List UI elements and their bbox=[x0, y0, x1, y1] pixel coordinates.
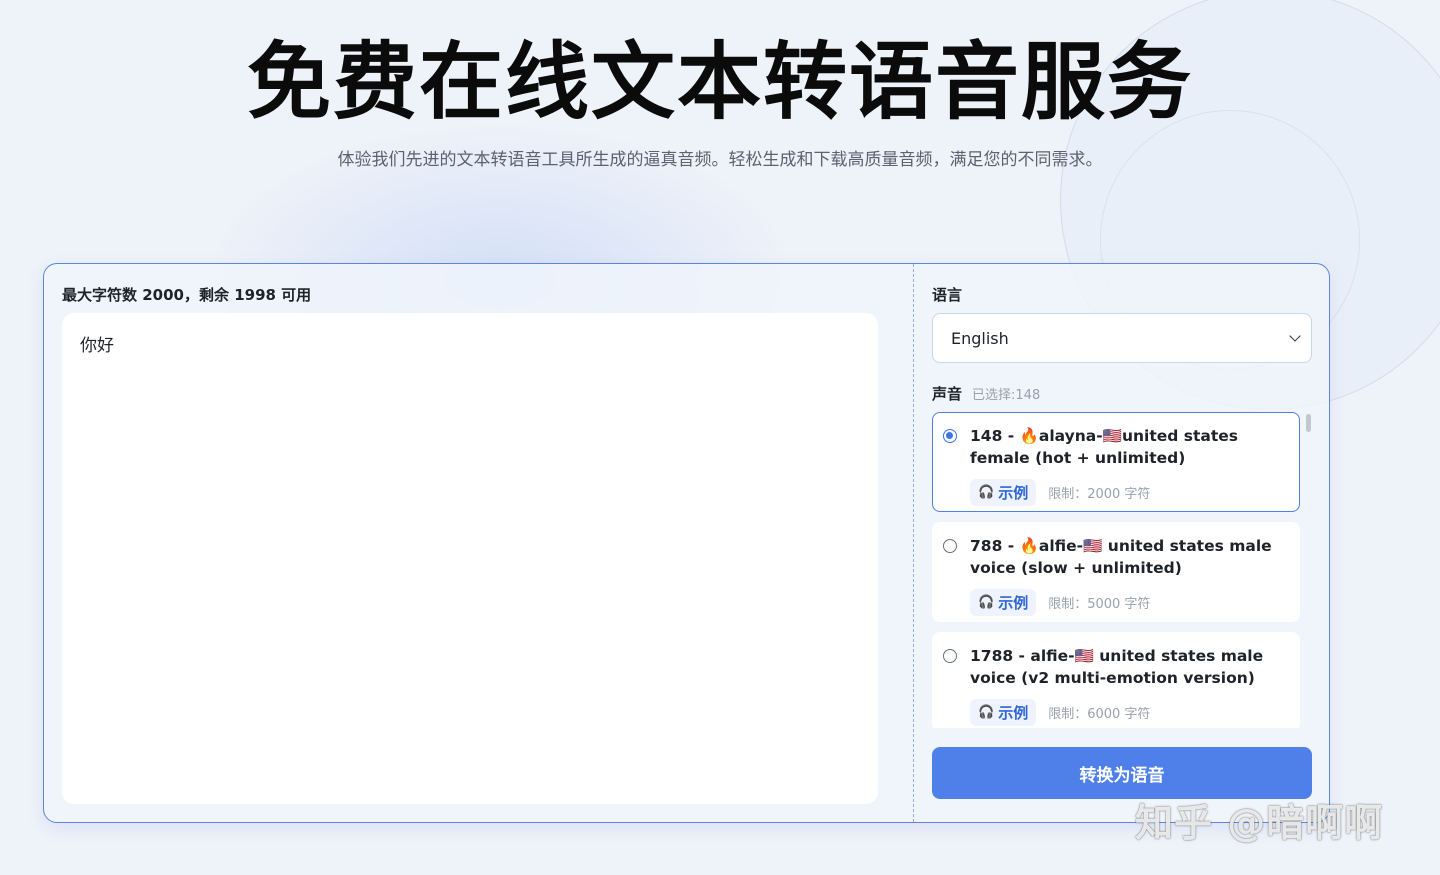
chevron-down-icon bbox=[1289, 330, 1301, 342]
sample-label: 示例 bbox=[998, 594, 1029, 612]
language-select[interactable]: English bbox=[932, 313, 1312, 363]
voice-limit: 限制：2000 字符 bbox=[1048, 487, 1151, 502]
voice-item[interactable]: 788 - 🔥alfie-🇺🇸 united states male voice… bbox=[932, 522, 1300, 622]
voice-limit: 限制：6000 字符 bbox=[1048, 707, 1151, 722]
voice-name: 788 - 🔥alfie-🇺🇸 united states male voice… bbox=[970, 537, 1272, 577]
voice-selected-count: 已选择:148 bbox=[972, 388, 1041, 403]
settings-pane: 语言 English 声音 已选择:148 148 - 🔥alayna-🇺🇸uni… bbox=[914, 264, 1331, 822]
sample-button[interactable]: 🎧 示例 bbox=[970, 479, 1037, 506]
headphones-icon: 🎧 bbox=[978, 595, 995, 610]
voice-radio[interactable] bbox=[943, 539, 957, 553]
sample-button[interactable]: 🎧 示例 bbox=[970, 589, 1037, 616]
headphones-icon: 🎧 bbox=[978, 485, 995, 500]
voice-meta: 🎧 示例 限制：5000 字符 bbox=[970, 589, 1287, 616]
voice-item[interactable]: 148 - 🔥alayna-🇺🇸united states female (ho… bbox=[932, 412, 1300, 512]
voice-radio[interactable] bbox=[943, 429, 957, 443]
page-subtitle: 体验我们先进的文本转语音工具所生成的逼真音频。轻松生成和下载高质量音频，满足您的… bbox=[337, 150, 1103, 170]
page-title: 免费在线文本转语音服务 bbox=[246, 33, 1193, 131]
voice-label-text: 声音 bbox=[932, 385, 963, 403]
voice-label: 声音 已选择:148 bbox=[932, 383, 1040, 404]
voice-list-scrollbar[interactable] bbox=[1306, 414, 1311, 432]
text-input-pane: 最大字符数 2000，剩余 1998 可用 你好 bbox=[44, 264, 914, 822]
voice-name: 1788 - alfie-🇺🇸 united states male voice… bbox=[970, 647, 1264, 687]
voice-list[interactable]: 148 - 🔥alayna-🇺🇸united states female (ho… bbox=[932, 412, 1302, 728]
sample-label: 示例 bbox=[998, 704, 1029, 722]
tts-card: 最大字符数 2000，剩余 1998 可用 你好 语言 English 声音 已选… bbox=[43, 263, 1330, 823]
sample-button[interactable]: 🎧 示例 bbox=[970, 699, 1037, 726]
watermark: 知乎 @暗啊啊 bbox=[1135, 801, 1384, 845]
voice-radio[interactable] bbox=[943, 649, 957, 663]
language-selected-value: English bbox=[951, 328, 1009, 348]
voice-meta: 🎧 示例 限制：2000 字符 bbox=[970, 479, 1287, 506]
voice-name: 148 - 🔥alayna-🇺🇸united states female (ho… bbox=[970, 427, 1239, 467]
voice-meta: 🎧 示例 限制：6000 字符 bbox=[970, 699, 1287, 726]
voice-limit: 限制：5000 字符 bbox=[1048, 597, 1151, 612]
sample-label: 示例 bbox=[998, 484, 1029, 502]
voice-item[interactable]: 1788 - alfie-🇺🇸 united states male voice… bbox=[932, 632, 1300, 728]
text-input[interactable]: 你好 bbox=[62, 313, 878, 804]
language-label: 语言 bbox=[932, 286, 963, 304]
char-count: 最大字符数 2000，剩余 1998 可用 bbox=[62, 286, 312, 304]
headphones-icon: 🎧 bbox=[978, 705, 995, 720]
